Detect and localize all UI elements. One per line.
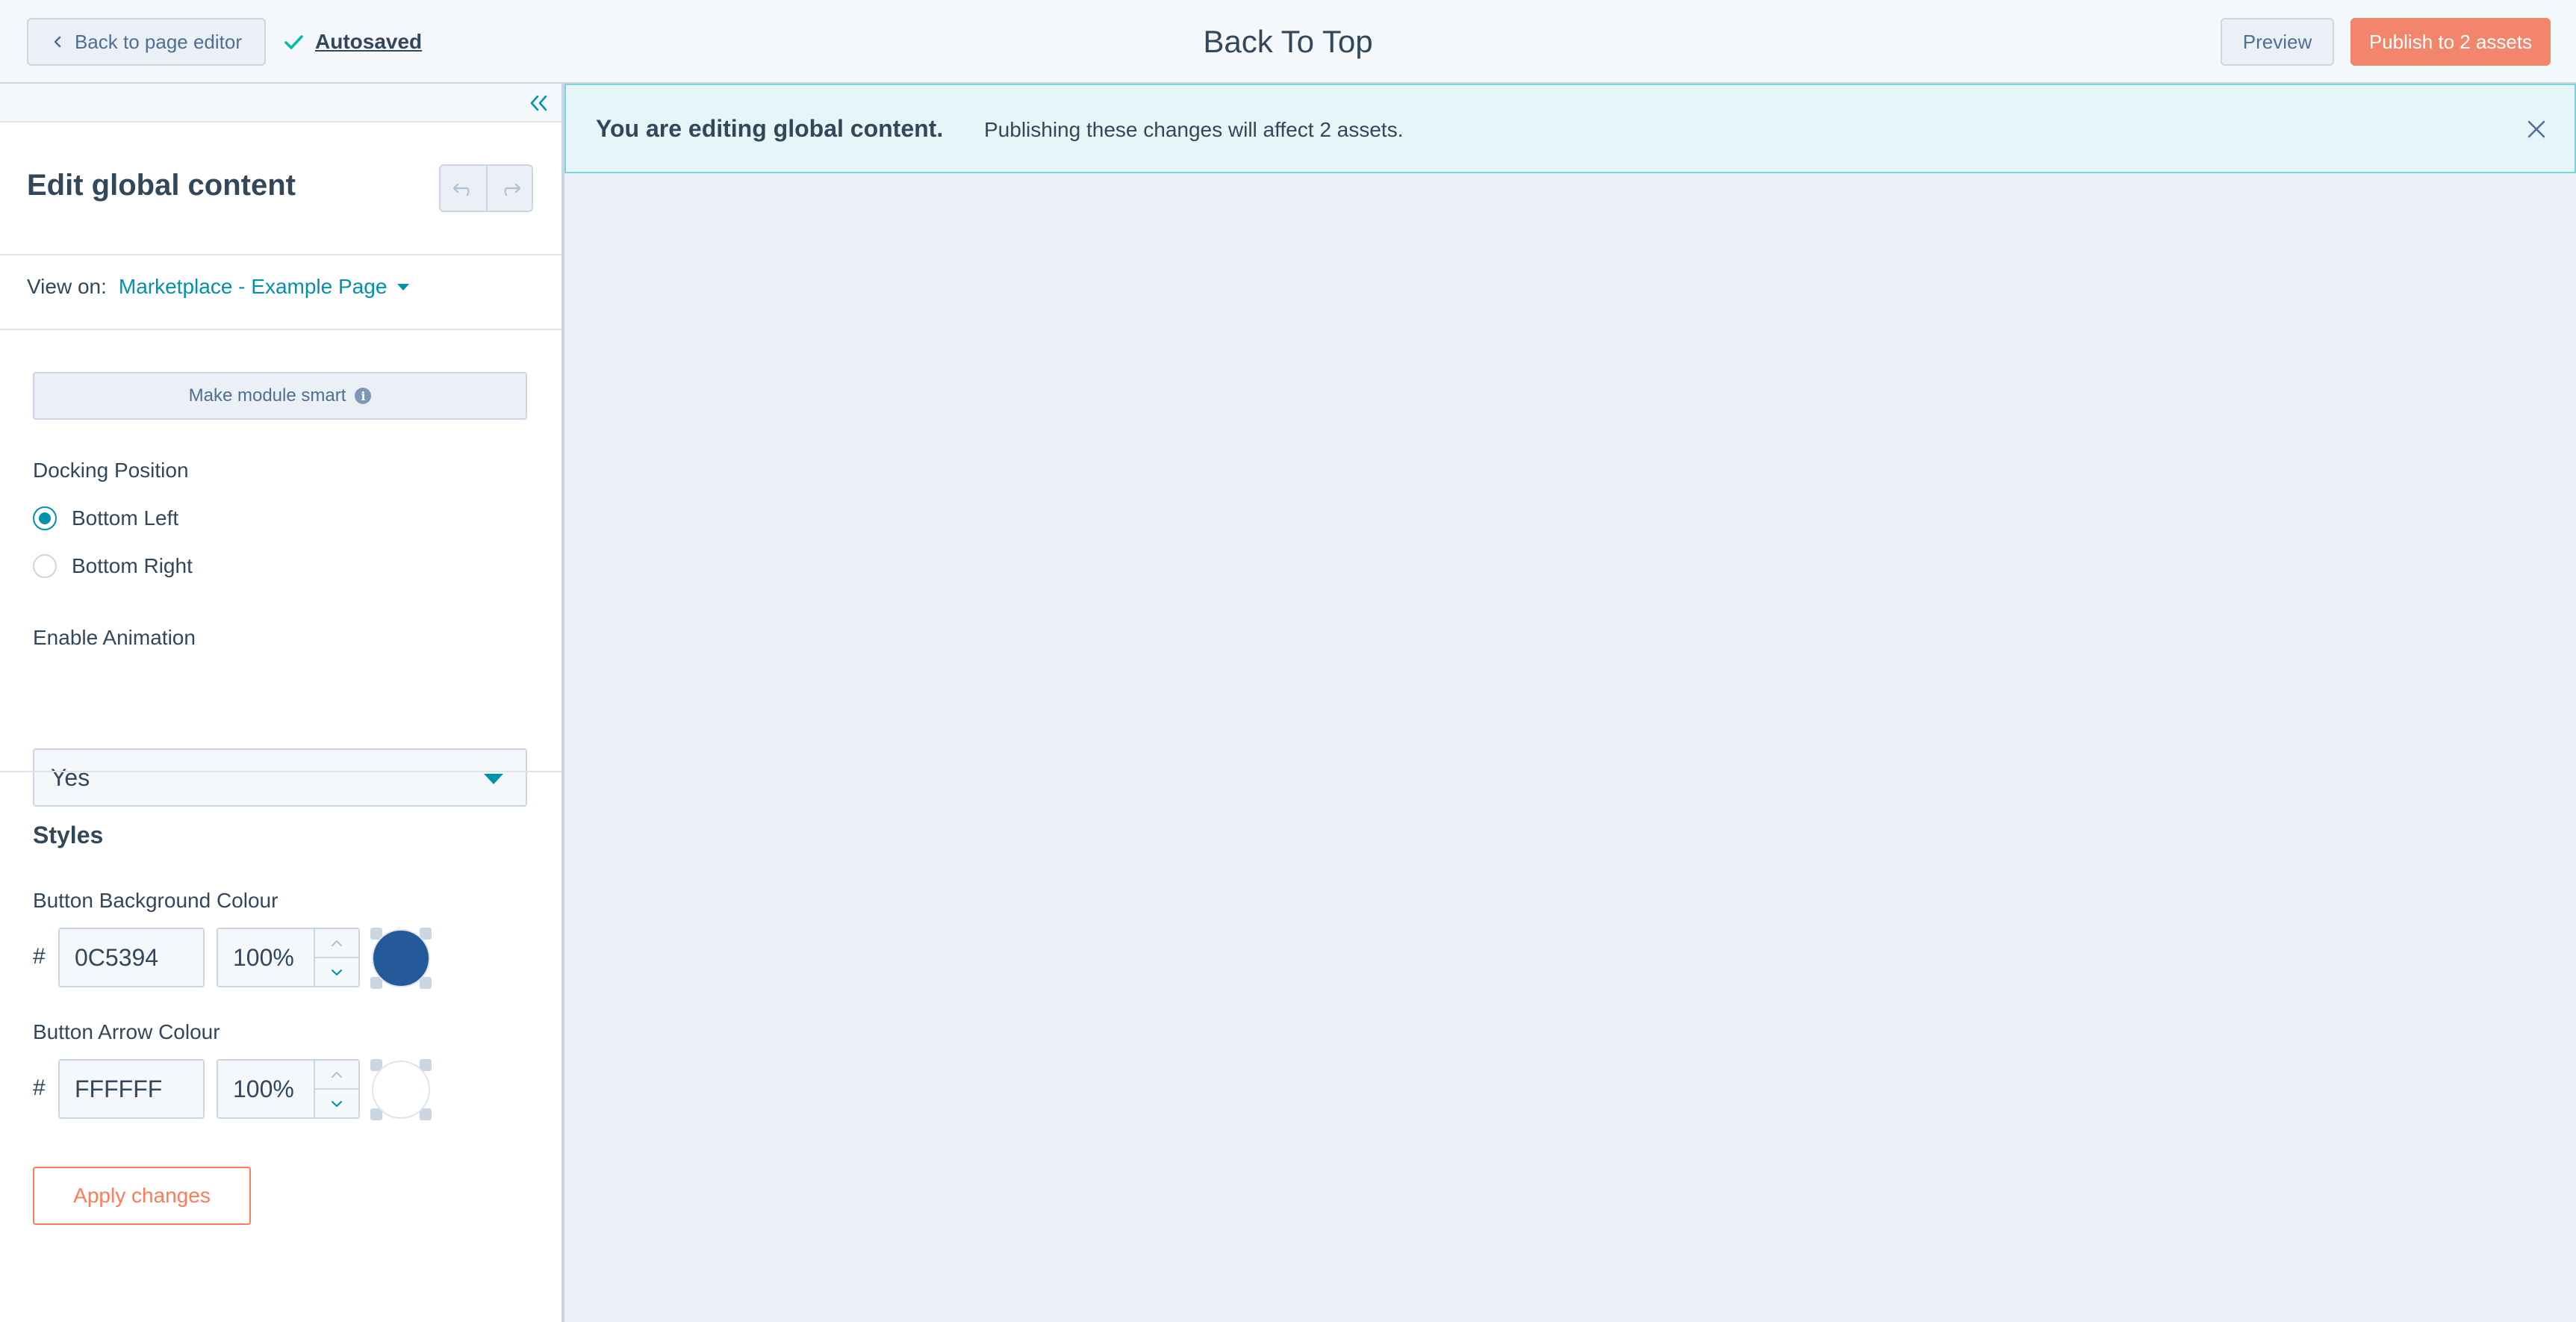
publish-button[interactable]: Publish to 2 assets xyxy=(2351,18,2551,66)
background-opacity-input[interactable]: 100% xyxy=(217,928,360,987)
view-on-value: Marketplace - Example Page xyxy=(118,275,388,298)
styles-heading: Styles xyxy=(33,822,104,848)
sidebar-divider xyxy=(0,329,561,330)
caret-down-icon xyxy=(397,283,410,291)
undo-button[interactable] xyxy=(441,166,486,211)
hash-symbol: # xyxy=(33,1076,46,1100)
background-hex-input[interactable]: 0C5394 xyxy=(58,928,205,987)
hex-value: 0C5394 xyxy=(75,943,159,971)
apply-changes-button[interactable]: Apply changes xyxy=(33,1167,251,1225)
chevron-up-icon xyxy=(332,940,342,946)
sidebar-title: Edit global content xyxy=(27,169,296,202)
global-content-banner: You are editing global content. Publishi… xyxy=(564,84,2576,173)
opacity-stepper xyxy=(314,1061,358,1117)
undo-icon xyxy=(452,183,469,196)
banner-message: Publishing these changes will affect 2 a… xyxy=(984,118,1404,141)
hash-symbol: # xyxy=(33,944,46,969)
view-on-dropdown[interactable]: Marketplace - Example Page xyxy=(119,275,410,299)
colour-swatch-circle xyxy=(372,929,430,987)
page-title: Back To Top xyxy=(1203,24,1373,59)
caret-down-icon xyxy=(484,774,503,784)
opacity-stepper xyxy=(314,929,358,986)
sidebar-collapse-bar xyxy=(0,84,561,122)
arrow-colour-swatch[interactable] xyxy=(370,1059,432,1120)
select-value: Yes xyxy=(51,763,90,791)
view-on-label: View on: xyxy=(27,275,107,298)
sidebar-divider xyxy=(0,771,561,772)
arrow-opacity-input[interactable]: 100% xyxy=(217,1059,360,1119)
step-up-button[interactable] xyxy=(315,1061,358,1088)
radio-button[interactable] xyxy=(33,554,57,578)
radio-label: Bottom Left xyxy=(72,506,179,530)
step-down-button[interactable] xyxy=(315,957,358,986)
colour-swatch-circle xyxy=(372,1061,430,1119)
undo-redo-group xyxy=(439,164,533,212)
banner-heading: You are editing global content. xyxy=(596,115,944,142)
hex-value: FFFFFF xyxy=(75,1075,163,1102)
arrow-colour-row: # FFFFFF 100% xyxy=(33,1059,481,1120)
docking-position-label: Docking Position xyxy=(33,459,189,482)
step-up-button[interactable] xyxy=(315,929,358,957)
chevron-up-icon xyxy=(332,1071,342,1078)
make-module-smart-label: Make module smart xyxy=(188,385,346,406)
chevron-down-icon xyxy=(332,1100,342,1107)
arrow-hex-input[interactable]: FFFFFF xyxy=(58,1059,205,1119)
enable-animation-label: Enable Animation xyxy=(33,626,196,649)
info-icon[interactable]: i xyxy=(355,388,372,404)
preview-button[interactable]: Preview xyxy=(2221,18,2334,66)
button-arrow-colour-label: Button Arrow Colour xyxy=(33,1020,220,1043)
view-on-row: View on: Marketplace - Example Page xyxy=(27,275,410,299)
radio-label: Bottom Right xyxy=(72,554,193,577)
edit-sidebar: Edit global content View on: Marketplace… xyxy=(0,84,564,1322)
close-icon[interactable] xyxy=(2525,118,2548,140)
opacity-value: 100% xyxy=(233,1075,294,1102)
sidebar-divider xyxy=(0,254,561,255)
opacity-value: 100% xyxy=(233,943,294,971)
radio-bottom-right[interactable]: Bottom Right xyxy=(33,554,193,578)
redo-icon xyxy=(504,183,520,196)
chevron-down-icon xyxy=(332,969,342,975)
make-module-smart-button[interactable]: Make module smart i xyxy=(33,372,527,420)
step-down-button[interactable] xyxy=(315,1088,358,1117)
top-header: Back to page editor Autosaved Back To To… xyxy=(0,0,2576,84)
background-colour-row: # 0C5394 100% xyxy=(33,928,481,989)
redo-button[interactable] xyxy=(486,166,532,211)
preview-canvas xyxy=(564,173,2576,1322)
radio-bottom-left[interactable]: Bottom Left xyxy=(33,506,178,530)
double-chevron-left-icon[interactable] xyxy=(527,93,550,114)
radio-button-checked[interactable] xyxy=(33,506,57,530)
button-background-colour-label: Button Background Colour xyxy=(33,889,279,912)
enable-animation-select[interactable]: Yes xyxy=(33,748,527,807)
background-colour-swatch[interactable] xyxy=(370,928,432,989)
